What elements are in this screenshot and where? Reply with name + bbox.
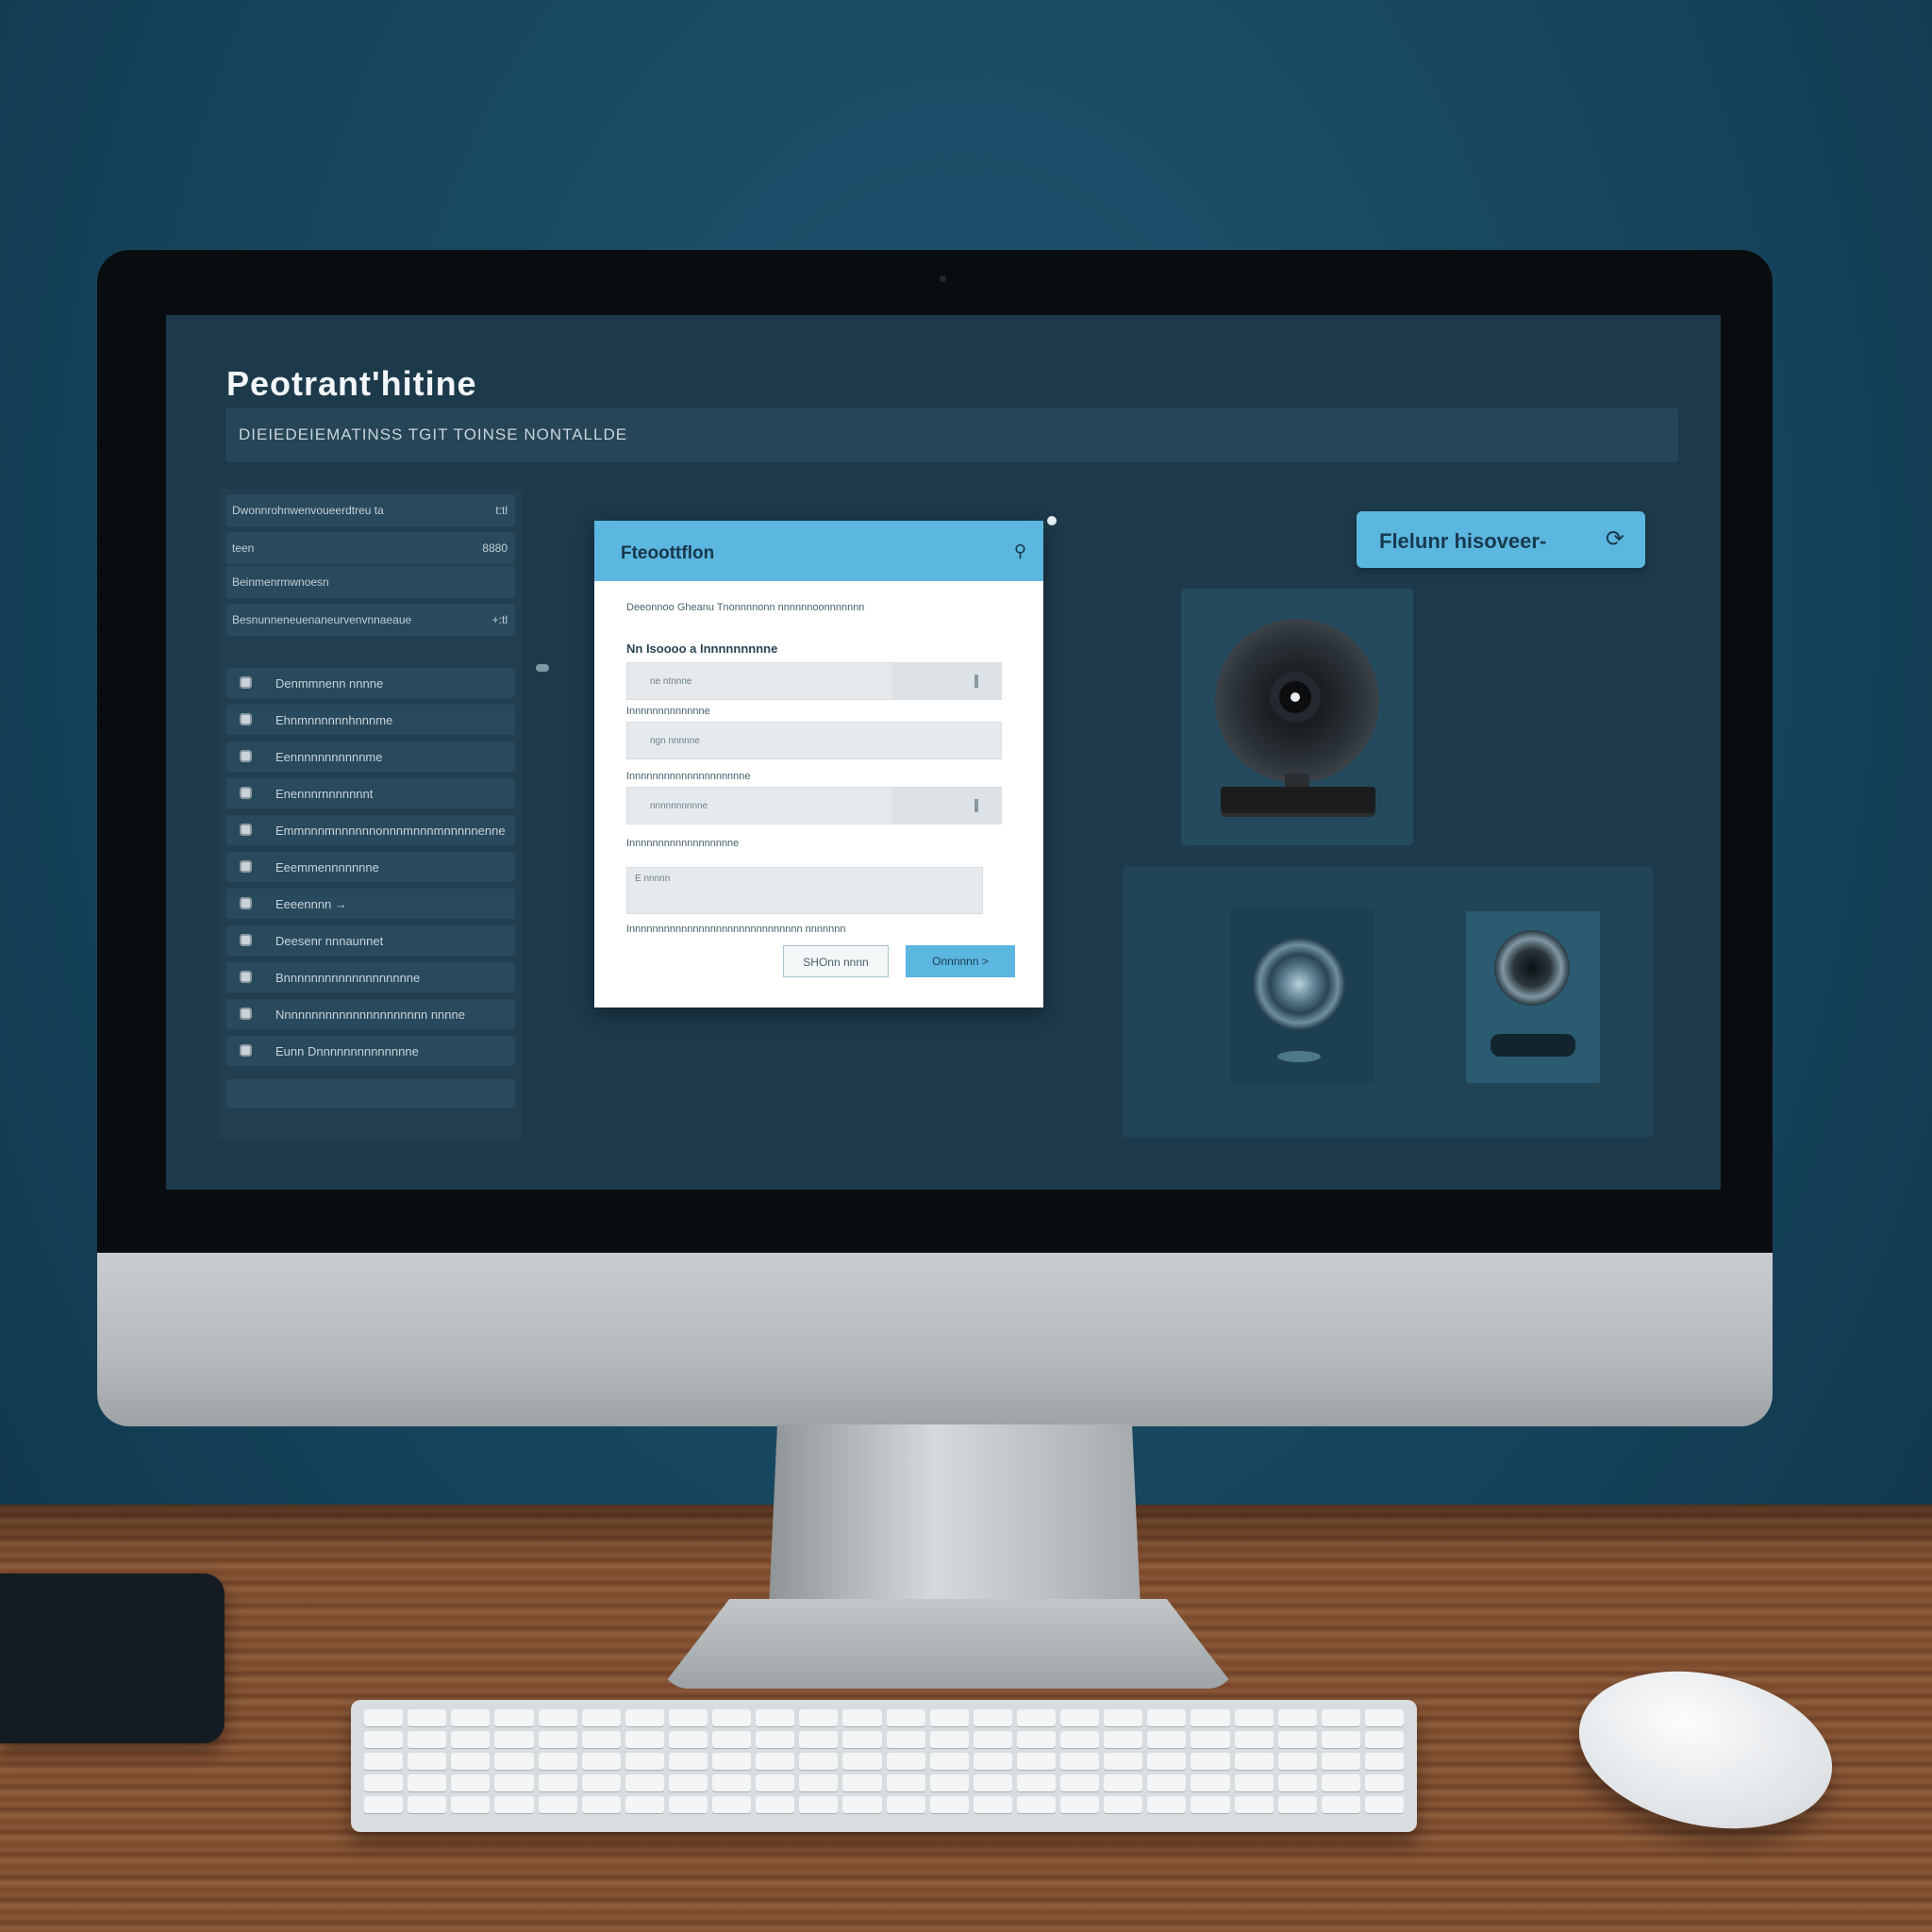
checkbox[interactable] (240, 676, 252, 689)
action-button[interactable]: Flelunr hisoveer- ⟳ (1357, 511, 1645, 568)
dialog-intro: Deeonnoo Gheanu Tnonnnnonn nnnnnnoonnnnn… (626, 602, 865, 613)
checkbox[interactable] (240, 1008, 252, 1020)
status-light (1277, 1051, 1321, 1062)
checkbox[interactable] (240, 971, 252, 983)
sidebar-summary-row[interactable]: Dwonnrohnwenvoueerdtreu ta t:tl (226, 494, 515, 526)
field-label: Innnnnnnnnnnnnnnnnne (626, 838, 740, 849)
field-value: ne ntnnne (650, 676, 692, 687)
webcam-base (1221, 787, 1375, 817)
monitor-stand-base (660, 1599, 1236, 1689)
sidebar-summary-label: Dwonnrohnwenvoueerdtreu ta (232, 504, 384, 517)
camera-lens-icon (1494, 930, 1570, 1006)
sidebar-summary-value: +:tl (491, 613, 508, 626)
list-item[interactable]: Ehnmnnnnnnhnnnme (226, 705, 515, 735)
list-item-label: Eunn Dnnnnnnnnnnnnnne (275, 1044, 419, 1058)
field-value: nnnnnnnnnne (650, 801, 708, 811)
camera-lens-icon (1253, 938, 1345, 1030)
field-label: Innnnnnnnnnnnne (626, 706, 710, 717)
list-item-label: Emmnnnmnnnnnnonnnmnnnmnnnnnenne (275, 824, 506, 838)
list-item[interactable]: Denmmnenn nnnne (226, 668, 515, 698)
list-item-label: Bnnnnnnnnnnnnnnnnnnne (275, 971, 421, 985)
list-item-label: Eennnnnnnnnnnme (275, 750, 383, 764)
list-item[interactable]: Deesenr nnnaunnet (226, 925, 515, 956)
dialog-header: Fteoottflon ⚲ (594, 521, 1043, 581)
field-dropdown[interactable] (891, 788, 1001, 824)
device-label-plate (1491, 1034, 1575, 1057)
sidebar-summary-row[interactable]: teen 8880 (226, 532, 515, 564)
list-item[interactable]: Eeeennnn → (226, 889, 515, 919)
dialog-section-label: Nn Isoooo a Innnnnnnnne (626, 641, 778, 656)
list-item[interactable]: Bnnnnnnnnnnnnnnnnnnne (226, 962, 515, 992)
checkbox[interactable] (240, 824, 252, 836)
notebook (0, 1574, 225, 1743)
checkbox[interactable] (240, 1044, 252, 1057)
list-item[interactable]: Eeemmennnnnnne (226, 852, 515, 882)
field-label: Innnnnnnnnnnnnnnnnnnne (626, 771, 751, 782)
list-item-label: Nnnnnnnnnnnnnnnnnnnnnn nnnne (275, 1008, 465, 1022)
list-item[interactable]: Nnnnnnnnnnnnnnnnnnnnnn nnnne (226, 999, 515, 1029)
dialog-field[interactable]: ne ntnnne (626, 662, 1002, 700)
webcam-lens (1279, 681, 1311, 713)
sidebar-summary-value: 8880 (482, 541, 508, 555)
device-thumbnail[interactable] (1230, 909, 1374, 1083)
sidebar-summary-row[interactable]: Besnunneneuenaneurvenvnnaeaue +:tl (226, 604, 515, 636)
list-item[interactable]: Eennnnnnnnnnnme (226, 741, 515, 772)
webcam-card[interactable] (1181, 589, 1413, 845)
dialog-field[interactable]: ngn nnnnne (626, 722, 1002, 759)
list-item-label: Ehnmnnnnnnhnnnme (275, 713, 393, 727)
sidebar-summary-label: Beinmenrmwnoesn (232, 575, 329, 589)
list-item-label: Denmmnenn nnnne (275, 676, 384, 691)
path-bar-text: DIEIEDEIEMATINSS TGIT TOINSE NONTALLDE (239, 425, 628, 443)
pin-icon[interactable]: ⚲ (1014, 541, 1026, 561)
sidebar-toggle[interactable] (536, 664, 549, 672)
action-button-label: Flelunr hisoveer- (1379, 529, 1547, 553)
list-item-label: Eeemmennnnnnne (275, 860, 379, 874)
sidebar: Dwonnrohnwenvoueerdtreu ta t:tl teen 888… (219, 489, 523, 1140)
list-item[interactable]: Enennnrnnnnnnnt (226, 778, 515, 808)
screen: Peotrant'hitine DIEIEDEIEMATINSS TGIT TO… (166, 315, 1721, 1190)
checkbox[interactable] (240, 860, 252, 873)
list-item-label: Eeeennnn → (275, 897, 347, 911)
list-item-label: Deesenr nnnaunnet (275, 934, 384, 948)
list-item-label: Enennnrnnnnnnnt (275, 787, 374, 801)
sidebar-summary-label: teen (232, 541, 255, 555)
device-gallery (1123, 866, 1653, 1138)
sidebar-summary-label: Besnunneneuenaneurvenvnnaeaue (232, 613, 412, 626)
checkbox[interactable] (240, 934, 252, 946)
app-title: Peotrant'hitine (226, 364, 477, 403)
path-bar[interactable]: DIEIEDEIEMATINSS TGIT TOINSE NONTALLDE (225, 408, 1678, 462)
settings-dialog: Fteoottflon ⚲ Deeonnoo Gheanu Tnonnnnonn… (594, 521, 1043, 1008)
checkbox[interactable] (240, 713, 252, 725)
textarea-value: E nnnnn (635, 874, 671, 884)
webcam-dot (940, 275, 946, 282)
monitor-chin (97, 1253, 1773, 1426)
device-thumbnail[interactable] (1466, 911, 1600, 1083)
dialog-title: Fteoottflon (621, 543, 715, 563)
dialog-footer-text: Innnnnnnnnnnnnnnnnnnnnnnnnnnnnn nnnnnnn (626, 924, 846, 935)
notification-dot (1047, 516, 1057, 525)
cancel-button[interactable]: SHOnn nnnn (783, 945, 889, 977)
dialog-textarea[interactable]: E nnnnn (626, 867, 983, 914)
sidebar-summary-row[interactable]: Beinmenrmwnoesn (226, 566, 515, 598)
confirm-button[interactable]: Onnnnnn > (906, 945, 1015, 977)
field-value: ngn nnnnne (650, 736, 700, 746)
sidebar-summary-value: t:tl (495, 504, 508, 517)
checkbox[interactable] (240, 750, 252, 762)
list-item[interactable]: Eunn Dnnnnnnnnnnnnnne (226, 1036, 515, 1066)
checkbox[interactable] (240, 787, 252, 799)
refresh-icon: ⟳ (1605, 526, 1624, 552)
field-dropdown[interactable] (891, 663, 1001, 699)
checkbox[interactable] (240, 897, 252, 909)
keyboard (351, 1700, 1417, 1832)
dialog-field[interactable]: nnnnnnnnnne (626, 787, 1002, 824)
list-item-empty (226, 1079, 515, 1108)
list-item[interactable]: Emmnnnmnnnnnnonnnmnnnmnnnnnenne (226, 815, 515, 845)
